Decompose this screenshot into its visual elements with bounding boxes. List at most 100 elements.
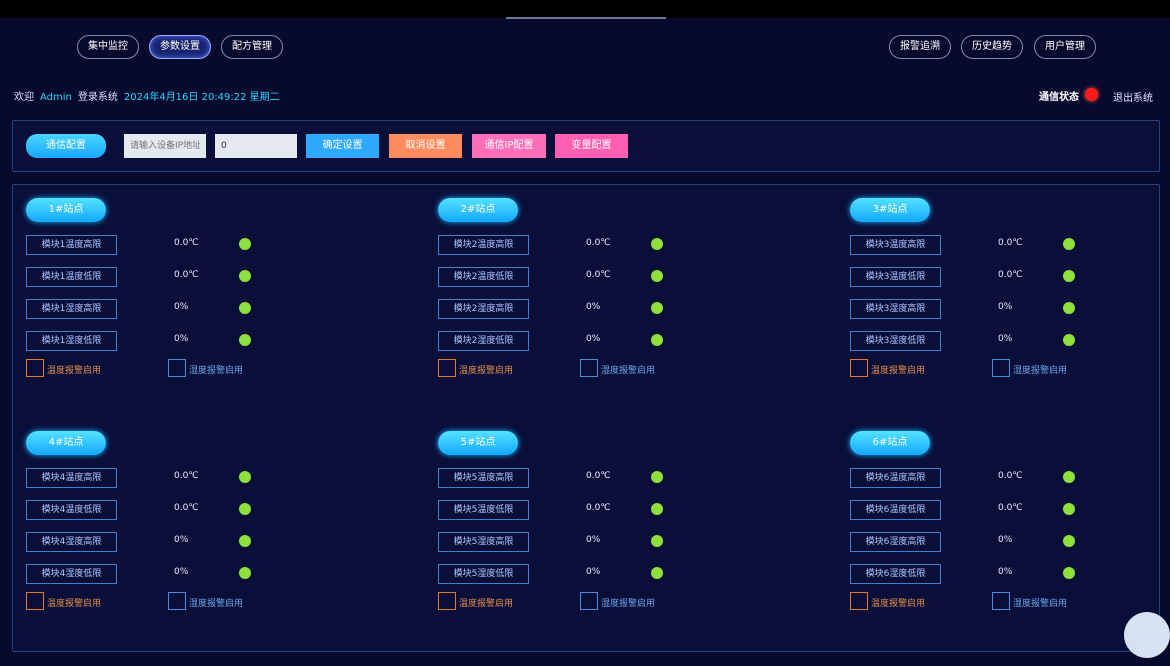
assistant-bubble-icon[interactable] (1124, 612, 1170, 658)
param-value: 0% (174, 334, 189, 344)
param-row: 模块4温度高限 0.0℃ (26, 468, 326, 488)
param-value: 0% (998, 334, 1013, 344)
temp-alarm-checkbox[interactable] (438, 359, 456, 377)
number-input[interactable] (215, 134, 297, 158)
humidity-alarm-label: 湿度报警启用 (189, 366, 244, 376)
temp-alarm-checkbox[interactable] (26, 592, 44, 610)
station-title[interactable]: 5#站点 (438, 431, 518, 455)
param-label[interactable]: 模块5温度高限 (438, 468, 529, 488)
param-row: 模块2温度高限 0.0℃ (438, 235, 738, 255)
status-dot (1063, 334, 1075, 346)
param-value: 0% (586, 535, 601, 545)
station-title[interactable]: 6#站点 (850, 431, 930, 455)
param-label[interactable]: 模块5温度低限 (438, 500, 529, 520)
param-row: 模块2温度低限 0.0℃ (438, 267, 738, 287)
param-row: 模块3湿度高限 0% (850, 299, 1150, 319)
status-dot (239, 238, 251, 250)
station-title[interactable]: 3#站点 (850, 198, 930, 222)
nav-recipe-button[interactable]: 配方管理 (221, 35, 283, 59)
humidity-alarm-label: 湿度报警启用 (189, 599, 244, 609)
param-label[interactable]: 模块4温度低限 (26, 500, 117, 520)
param-label[interactable]: 模块3温度低限 (850, 267, 941, 287)
param-row: 模块6湿度高限 0% (850, 532, 1150, 552)
logout-link[interactable]: 退出系统 (1113, 89, 1153, 104)
param-label[interactable]: 模块6温度低限 (850, 500, 941, 520)
welcome-bar: 欢迎 Admin 登录系统 2024年4月16日 20:49:22 星期二 (14, 88, 286, 103)
station-2: 2#站点 模块2温度高限 0.0℃ 模块2温度低限 0.0℃ 模块2湿度高限 0% 模… (438, 198, 738, 398)
station-title[interactable]: 2#站点 (438, 198, 518, 222)
param-label[interactable]: 模块4温度高限 (26, 468, 117, 488)
param-label[interactable]: 模块1湿度低限 (26, 331, 117, 351)
comm-ip-config-button[interactable]: 通信IP配置 (472, 134, 546, 158)
param-value: 0.0℃ (998, 238, 1023, 248)
status-dot (239, 270, 251, 282)
toolbar-panel: 通信配置 确定设置 取消设置 通信IP配置 变量配置 (12, 120, 1160, 172)
param-label[interactable]: 模块4湿度低限 (26, 564, 117, 584)
param-value: 0.0℃ (998, 471, 1023, 481)
humidity-alarm-checkbox[interactable] (992, 592, 1010, 610)
nav-history-trend-button[interactable]: 历史趋势 (961, 35, 1023, 59)
humidity-alarm-checkbox[interactable] (168, 359, 186, 377)
status-dot (239, 503, 251, 515)
param-label[interactable]: 模块3湿度高限 (850, 299, 941, 319)
comm-config-button[interactable]: 通信配置 (26, 134, 106, 158)
ip-address-input[interactable] (124, 134, 206, 158)
nav-param-settings-button[interactable]: 参数设置 (149, 35, 211, 59)
param-label[interactable]: 模块1温度低限 (26, 267, 117, 287)
status-dot (1063, 503, 1075, 515)
param-value: 0% (586, 334, 601, 344)
param-label[interactable]: 模块3温度高限 (850, 235, 941, 255)
param-label[interactable]: 模块6湿度高限 (850, 532, 941, 552)
param-label[interactable]: 模块3湿度低限 (850, 331, 941, 351)
status-dot (651, 302, 663, 314)
humidity-alarm-checkbox[interactable] (580, 592, 598, 610)
param-label[interactable]: 模块5湿度低限 (438, 564, 529, 584)
param-label[interactable]: 模块6温度高限 (850, 468, 941, 488)
welcome-label: 欢迎 (14, 92, 34, 103)
param-row: 模块5温度低限 0.0℃ (438, 500, 738, 520)
param-row: 模块1湿度高限 0% (26, 299, 326, 319)
param-row: 模块1温度低限 0.0℃ (26, 267, 326, 287)
param-value: 0% (174, 535, 189, 545)
confirm-settings-button[interactable]: 确定设置 (306, 134, 379, 158)
temp-alarm-checkbox[interactable] (438, 592, 456, 610)
humidity-alarm-checkbox[interactable] (992, 359, 1010, 377)
cancel-settings-button[interactable]: 取消设置 (389, 134, 462, 158)
param-label[interactable]: 模块4湿度高限 (26, 532, 117, 552)
param-value: 0.0℃ (586, 471, 611, 481)
param-row: 模块1湿度低限 0% (26, 331, 326, 351)
param-value: 0.0℃ (174, 471, 199, 481)
station-4: 4#站点 模块4温度高限 0.0℃ 模块4温度低限 0.0℃ 模块4湿度高限 0% 模… (26, 431, 326, 631)
param-row: 模块3温度低限 0.0℃ (850, 267, 1150, 287)
param-label[interactable]: 模块2温度低限 (438, 267, 529, 287)
param-label[interactable]: 模块2湿度低限 (438, 331, 529, 351)
param-label[interactable]: 模块6湿度低限 (850, 564, 941, 584)
param-label[interactable]: 模块5湿度高限 (438, 532, 529, 552)
param-value: 0% (998, 302, 1013, 312)
station-title[interactable]: 1#站点 (26, 198, 106, 222)
param-row: 模块4湿度高限 0% (26, 532, 326, 552)
nav-central-monitor-button[interactable]: 集中监控 (77, 35, 139, 59)
param-label[interactable]: 模块1温度高限 (26, 235, 117, 255)
temp-alarm-checkbox[interactable] (26, 359, 44, 377)
variable-config-button[interactable]: 变量配置 (555, 134, 628, 158)
user-name: Admin (40, 92, 72, 103)
param-value: 0.0℃ (174, 270, 199, 280)
nav-alarm-trace-button[interactable]: 报警追溯 (889, 35, 951, 59)
status-dot (1063, 471, 1075, 483)
login-text: 登录系统 (77, 92, 118, 103)
humidity-alarm-checkbox[interactable] (168, 592, 186, 610)
param-value: 0.0℃ (174, 238, 199, 248)
param-label[interactable]: 模块1湿度高限 (26, 299, 117, 319)
station-title[interactable]: 4#站点 (26, 431, 106, 455)
param-label[interactable]: 模块2温度高限 (438, 235, 529, 255)
param-label[interactable]: 模块2湿度高限 (438, 299, 529, 319)
param-row: 模块5湿度低限 0% (438, 564, 738, 584)
temp-alarm-checkbox[interactable] (850, 592, 868, 610)
topbar-indicator (506, 17, 666, 19)
humidity-alarm-checkbox[interactable] (580, 359, 598, 377)
datetime: 2024年4月16日 20:49:22 星期二 (123, 92, 280, 103)
param-value: 0% (586, 567, 601, 577)
nav-user-manage-button[interactable]: 用户管理 (1034, 35, 1096, 59)
temp-alarm-checkbox[interactable] (850, 359, 868, 377)
